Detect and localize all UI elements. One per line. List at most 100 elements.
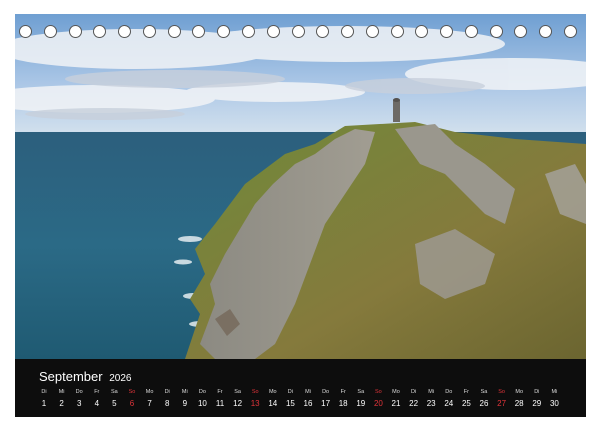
day-number: 23	[426, 399, 436, 408]
calendar-day: Mi 9	[176, 389, 194, 410]
calendar-day: Di 1	[35, 389, 53, 410]
calendar-day: Mi 16	[299, 389, 317, 410]
calendar-day: Mo 21	[387, 389, 405, 410]
binding-ring	[316, 25, 330, 38]
calendar-page: September 2026 Di 1 Mi 2 Do 3 Fr 4 Sa 5 So 6 Mo 7 Di 8 M…	[0, 0, 600, 431]
weekday-label: Mo	[268, 389, 277, 395]
weekday-label: Sa	[234, 389, 241, 395]
day-number: 8	[164, 399, 170, 408]
calendar-day: So 13	[246, 389, 264, 410]
weekday-label: So	[498, 389, 505, 395]
weekday-label: Fr	[94, 389, 100, 395]
weekday-label: Fr	[217, 389, 223, 395]
day-number: 28	[514, 399, 524, 408]
day-number: 16	[303, 399, 313, 408]
calendar-day: Mi 2	[53, 389, 71, 410]
binding-ring	[464, 25, 478, 38]
year-label: 2026	[109, 373, 132, 384]
day-number: 13	[250, 399, 260, 408]
calendar-day: Sa 12	[229, 389, 247, 410]
day-number: 11	[215, 399, 225, 408]
weekday-label: Mo	[392, 389, 400, 395]
day-number: 12	[233, 399, 243, 408]
day-number: 17	[321, 399, 331, 408]
day-number: 22	[409, 399, 419, 408]
weekday-label: So	[375, 389, 382, 395]
day-number: 3	[76, 399, 82, 408]
weekday-label: Fr	[463, 389, 469, 395]
binding-ring	[167, 25, 181, 38]
binding-ring	[390, 25, 404, 38]
weekday-label: Fr	[340, 389, 346, 395]
calendar-day: Mo 28	[510, 389, 528, 410]
calendar-day: Fr 25	[457, 389, 475, 410]
binding-ring	[266, 25, 280, 38]
binding-ring	[291, 25, 305, 38]
binding-ring	[142, 25, 156, 38]
calendar-day: Fr 11	[211, 389, 229, 410]
day-number: 27	[497, 399, 507, 408]
calendar-day: Fr 18	[334, 389, 352, 410]
day-number: 26	[479, 399, 489, 408]
weekday-label: Mi	[181, 389, 188, 395]
weekday-label: Di	[287, 389, 293, 395]
binding-ring	[19, 25, 32, 38]
weekday-label: Mo	[515, 389, 523, 395]
binding-ring	[564, 25, 577, 38]
binding-ring	[93, 25, 107, 38]
binding-ring	[241, 25, 255, 38]
day-number: 4	[94, 399, 100, 408]
calendar-day: Di 8	[158, 389, 176, 410]
day-number: 15	[285, 399, 295, 408]
day-number: 14	[268, 399, 278, 408]
calendar-day: Do 24	[440, 389, 458, 410]
day-number: 9	[182, 399, 188, 408]
calendar-day: Mi 30	[545, 389, 563, 410]
binding-ring	[440, 25, 454, 38]
binding-ring	[68, 25, 82, 38]
calendar-day: Fr 4	[88, 389, 106, 410]
weekday-label: Mi	[58, 389, 65, 395]
landscape-image	[15, 14, 586, 359]
calendar-day: Do 3	[70, 389, 88, 410]
binding-ring	[489, 25, 503, 38]
day-number: 24	[444, 399, 454, 408]
weekday-label: So	[128, 389, 136, 395]
binding-ring	[192, 25, 206, 38]
binding-ring	[514, 25, 528, 38]
binding-ring	[43, 25, 57, 38]
day-number: 21	[391, 399, 401, 408]
weekday-label: Mi	[305, 389, 311, 395]
calendar-day: Mi 23	[422, 389, 440, 410]
calendar-day: Mo 7	[141, 389, 159, 410]
day-number: 25	[461, 399, 471, 408]
calendar-day: So 27	[493, 389, 511, 410]
calendar-day: Do 17	[317, 389, 335, 410]
binding-ring	[341, 25, 355, 38]
calendar-day: Sa 5	[105, 389, 123, 410]
day-number: 19	[356, 399, 366, 408]
calendar-day: Mo 14	[264, 389, 282, 410]
day-number: 7	[147, 399, 152, 408]
calendar-day: Sa 19	[352, 389, 370, 410]
cliff-photo	[15, 14, 586, 359]
weekday-label: Mo	[145, 389, 154, 395]
calendar-day: So 20	[369, 389, 387, 410]
calendar-day: So 6	[123, 389, 141, 410]
calendar-day: Sa 26	[475, 389, 493, 410]
days-row: Di 1 Mi 2 Do 3 Fr 4 Sa 5 So 6 Mo 7 Di 8 Mi 9 Do 10 Fr 11 Sa 12 S…	[35, 389, 565, 413]
weekday-label: Do	[322, 389, 330, 395]
day-number: 1	[41, 399, 47, 408]
day-number: 2	[59, 399, 64, 408]
weekday-label: Do	[75, 389, 83, 395]
binding-ring	[415, 25, 429, 38]
month-title: September 2026	[39, 369, 131, 384]
weekday-label: Do	[198, 389, 206, 395]
weekday-label: Mi	[551, 389, 558, 395]
day-number: 10	[197, 399, 207, 408]
calendar-bar: September 2026 Di 1 Mi 2 Do 3 Fr 4 Sa 5 So 6 Mo 7 Di 8 M…	[15, 359, 586, 417]
day-number: 6	[129, 399, 135, 408]
weekday-label: Di	[410, 389, 417, 395]
calendar-day: Di 15	[281, 389, 299, 410]
weekday-label: Di	[534, 389, 540, 395]
